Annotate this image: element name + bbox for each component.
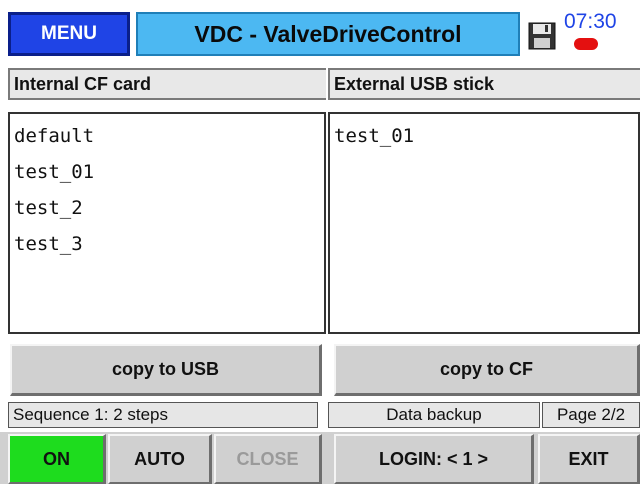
floppy-disk-icon[interactable] <box>528 22 556 50</box>
internal-cf-header: Internal CF card <box>8 68 326 100</box>
external-usb-header: External USB stick <box>328 68 640 100</box>
status-indicator <box>574 38 598 50</box>
close-button: CLOSE <box>214 434 322 484</box>
internal-file-list[interactable]: default test_01 test_2 test_3 <box>8 112 326 334</box>
page-indicator: Page 2/2 <box>542 402 640 428</box>
on-button[interactable]: ON <box>8 434 106 484</box>
sequence-status: Sequence 1: 2 steps <box>8 402 318 428</box>
copy-to-usb-button[interactable]: copy to USB <box>10 344 322 396</box>
list-item[interactable]: test_01 <box>10 154 324 190</box>
login-button[interactable]: LOGIN: < 1 > <box>334 434 534 484</box>
mode-label: Data backup <box>328 402 540 428</box>
list-item[interactable]: test_2 <box>10 190 324 226</box>
list-item[interactable]: default <box>10 118 324 154</box>
list-item[interactable]: test_01 <box>330 118 638 154</box>
list-item[interactable]: test_3 <box>10 226 324 262</box>
copy-to-cf-button[interactable]: copy to CF <box>334 344 640 396</box>
usb-file-list[interactable]: test_01 <box>328 112 640 334</box>
exit-button[interactable]: EXIT <box>538 434 640 484</box>
clock-time: 07:30 <box>564 10 617 33</box>
app-title: VDC - ValveDriveControl <box>136 12 520 56</box>
auto-button[interactable]: AUTO <box>108 434 212 484</box>
menu-button[interactable]: MENU <box>8 12 130 56</box>
